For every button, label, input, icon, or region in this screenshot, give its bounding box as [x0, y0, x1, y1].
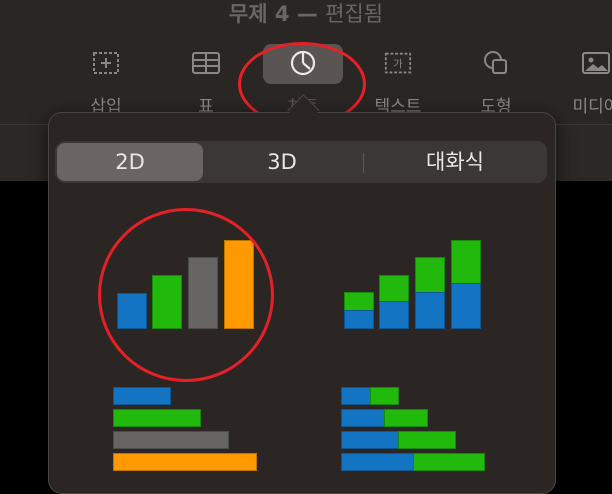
media-icon [581, 48, 611, 78]
bar-row-blue [113, 387, 171, 405]
stacked-column-1-green [344, 292, 374, 311]
popover-arrow-mask [286, 113, 320, 127]
toolbar-media-label: 미디어 [572, 97, 612, 117]
stacked-bar-chart-thumbnail[interactable] [339, 385, 499, 475]
stacked-column-3-blue [415, 292, 445, 329]
segment-2d[interactable]: 2D [57, 143, 203, 181]
insert-icon [91, 48, 121, 78]
chart-dimension-segmented-control: 2D 3D 대화식 [55, 141, 547, 183]
svg-text:가: 가 [393, 59, 403, 71]
stacked-bar-1-blue [341, 387, 371, 405]
stacked-column-2-blue [379, 301, 409, 329]
stacked-column-1-blue [344, 310, 374, 329]
stacked-column-4-green [451, 240, 481, 284]
shape-icon [481, 48, 511, 78]
stacked-bar-1-green [370, 387, 399, 405]
stacked-column-3-green [415, 257, 445, 293]
stacked-bar-3-green [398, 431, 456, 449]
stacked-column-chart-thumbnail[interactable] [339, 233, 489, 333]
document-name: 무제 4 [228, 2, 290, 26]
column-chart-annotation-ring [98, 208, 274, 382]
bar-row-orange [113, 453, 257, 471]
stacked-column-4-blue [451, 283, 481, 329]
stacked-bar-3-blue [341, 431, 399, 449]
stacked-bar-2-blue [341, 409, 385, 427]
stacked-bar-2-green [384, 409, 428, 427]
document-status: 편집됨 [325, 2, 384, 26]
stacked-bar-4-blue [341, 453, 414, 471]
toolbar-media-button[interactable]: 미디어 [556, 40, 612, 124]
bar-chart-thumbnail[interactable] [111, 385, 271, 475]
segment-divider [363, 153, 364, 173]
bar-row-gray [113, 431, 229, 449]
window-title: 무제 4 — 편집됨 [0, 0, 612, 28]
segment-3d[interactable]: 3D [207, 143, 357, 181]
title-separator: — [296, 2, 318, 26]
text-box-icon: 가 [383, 48, 413, 78]
stacked-bar-4-green [413, 453, 485, 471]
stacked-column-2-green [379, 275, 409, 302]
table-icon [191, 48, 221, 78]
segment-interactive[interactable]: 대화식 [367, 143, 543, 181]
bar-row-green [113, 409, 201, 427]
